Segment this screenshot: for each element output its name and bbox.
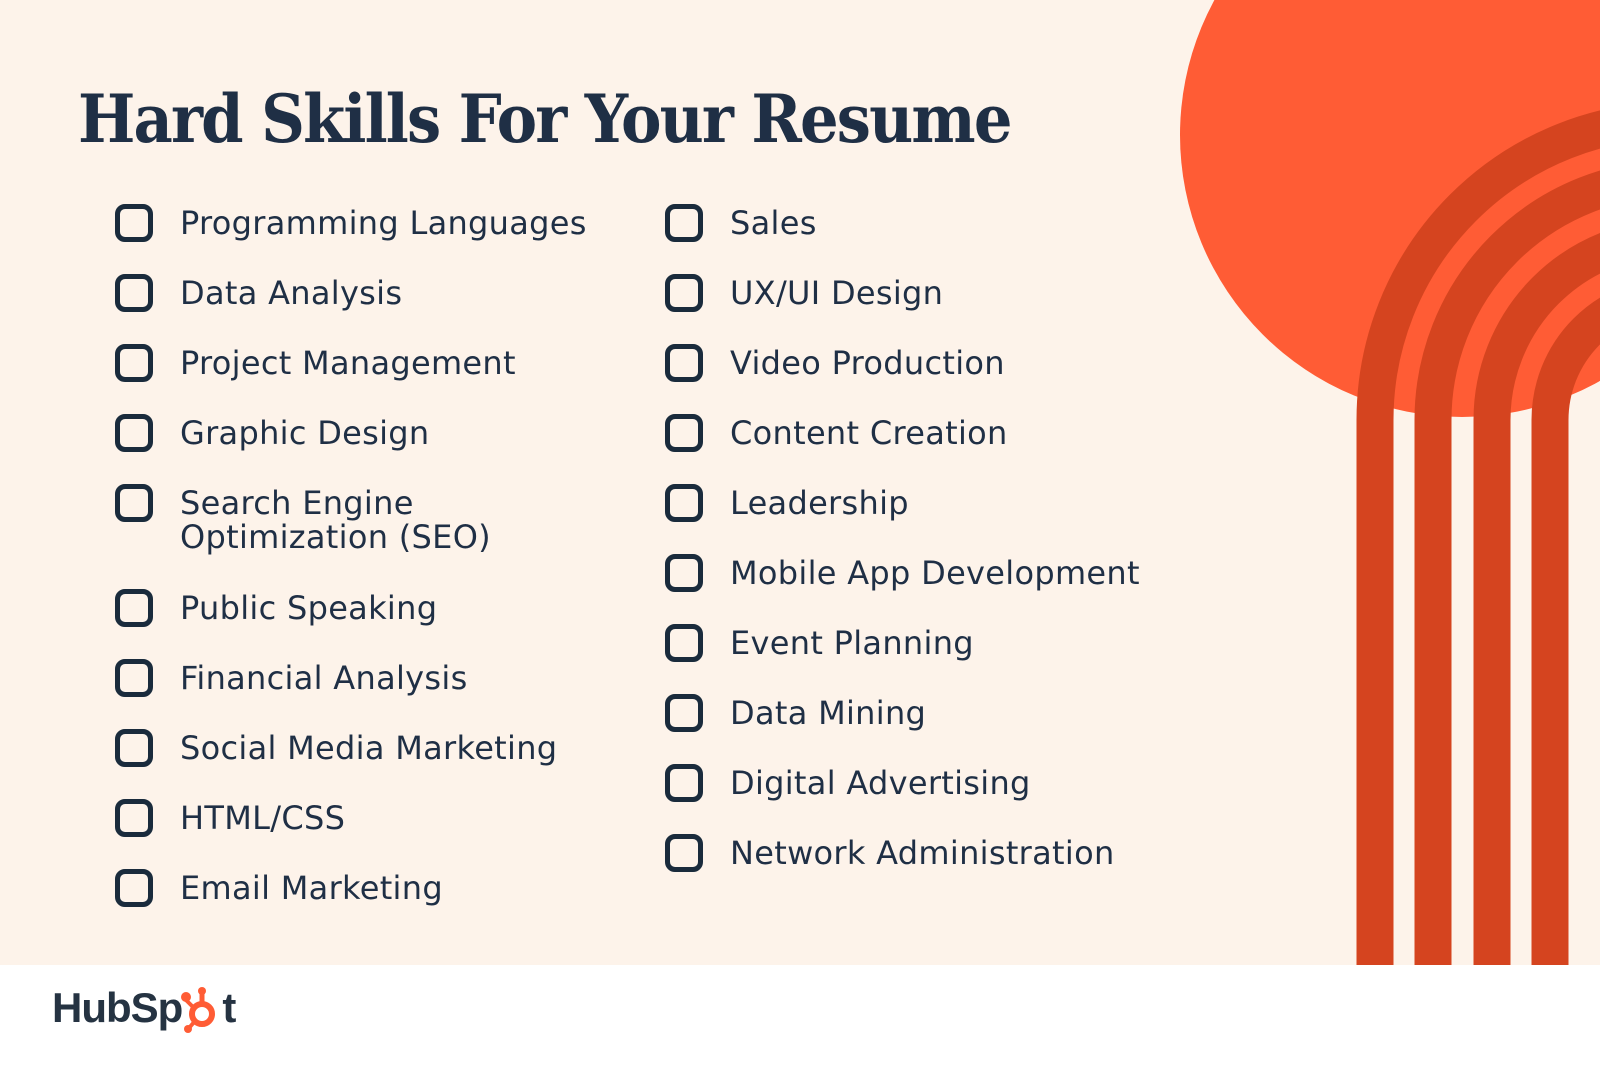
footer [0,965,1600,1066]
checkbox-icon[interactable] [665,274,703,312]
logo-text-end: t [222,984,236,1031]
skill-label: Mobile App Development [730,554,1140,592]
skills-list-left: Programming Languages Data Analysis Proj… [115,204,587,939]
skill-label: Sales [730,204,817,242]
skill-label: Search Engine Optimization (SEO) [180,484,491,556]
logo-text-start: HubSp [52,984,183,1031]
checkbox-icon[interactable] [665,694,703,732]
skill-label: Digital Advertising [730,764,1031,802]
skill-label: Event Planning [730,624,974,662]
checkbox-icon[interactable] [115,344,153,382]
checkbox-icon[interactable] [665,484,703,522]
checkbox-icon[interactable] [115,484,153,522]
skill-label: HTML/CSS [180,799,346,837]
skill-item[interactable]: Network Administration [665,834,1140,904]
sprocket-icon [181,987,216,1033]
skill-label: Video Production [730,344,1005,382]
skill-item[interactable]: Programming Languages [115,204,587,274]
skill-item[interactable]: Financial Analysis [115,659,587,729]
checkbox-icon[interactable] [115,274,153,312]
skill-item[interactable]: Leadership [665,484,1140,554]
checkbox-icon[interactable] [665,834,703,872]
checkbox-icon[interactable] [665,554,703,592]
skill-label: Email Marketing [180,869,443,907]
skill-item[interactable]: Email Marketing [115,869,587,939]
skill-label: Data Mining [730,694,927,732]
checkbox-icon[interactable] [665,344,703,382]
skills-list-right: Sales UX/UI Design Video Production Cont… [665,204,1140,904]
checkbox-icon[interactable] [115,869,153,907]
skill-label: Content Creation [730,414,1008,452]
checkbox-icon[interactable] [665,624,703,662]
skill-item[interactable]: Social Media Marketing [115,729,587,799]
skill-label: Financial Analysis [180,659,468,697]
skill-item[interactable]: Public Speaking [115,589,587,659]
infographic-canvas: Hard Skills For Your Resume Programming … [0,0,1600,965]
checkbox-icon[interactable] [665,764,703,802]
skill-label: Leadership [730,484,909,522]
skill-item[interactable]: Data Analysis [115,274,587,344]
skill-label: Data Analysis [180,274,403,312]
checkbox-icon[interactable] [665,204,703,242]
skill-item[interactable]: Search Engine Optimization (SEO) [115,484,587,589]
skill-item[interactable]: Content Creation [665,414,1140,484]
hubspot-logo[interactable]: HubSp t [52,983,236,1033]
skill-item[interactable]: Mobile App Development [665,554,1140,624]
checkbox-icon[interactable] [115,589,153,627]
skill-item[interactable]: Graphic Design [115,414,587,484]
checkbox-icon[interactable] [115,799,153,837]
skill-item[interactable]: Sales [665,204,1140,274]
skill-item[interactable]: Project Management [115,344,587,414]
arch-stripe-4 [1531,297,1600,965]
checkbox-icon[interactable] [115,414,153,452]
skill-label: Social Media Marketing [180,729,558,767]
checkbox-icon[interactable] [665,414,703,452]
skill-label: Graphic Design [180,414,430,452]
skill-label: UX/UI Design [730,274,944,312]
checkbox-icon[interactable] [115,659,153,697]
skill-label: Programming Languages [180,204,587,242]
skill-label: Network Administration [730,834,1115,872]
checkbox-icon[interactable] [115,729,153,767]
skill-item[interactable]: Video Production [665,344,1140,414]
skill-item[interactable]: HTML/CSS [115,799,587,869]
skill-item[interactable]: UX/UI Design [665,274,1140,344]
skill-label: Project Management [180,344,516,382]
page-title: Hard Skills For Your Resume [78,80,1012,158]
checkbox-icon[interactable] [115,204,153,242]
skill-item[interactable]: Digital Advertising [665,764,1140,834]
skill-item[interactable]: Event Planning [665,624,1140,694]
skill-item[interactable]: Data Mining [665,694,1140,764]
skill-label: Public Speaking [180,589,438,627]
